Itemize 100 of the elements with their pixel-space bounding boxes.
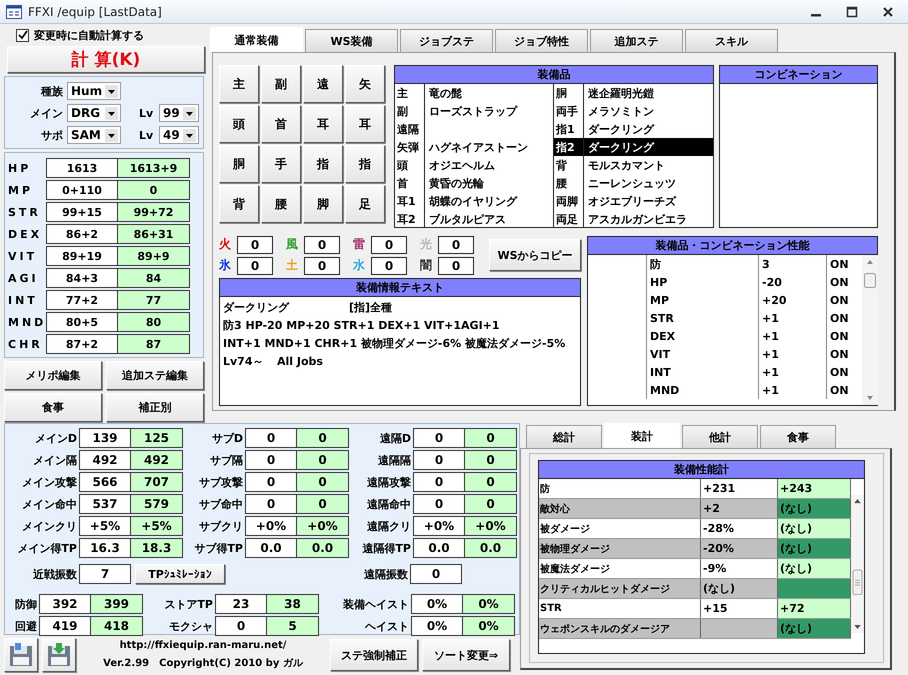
action-button[interactable]: ソート変更⇒ <box>422 639 510 671</box>
dropdown[interactable]: DRG <box>67 104 121 122</box>
action-button[interactable]: ステ強制補正 <box>330 639 418 671</box>
table-header: 装備品・コンビネーション性能 <box>588 237 877 255</box>
selected-list-row[interactable]: 指2 ダークリング <box>553 138 713 156</box>
stat-label: サブ得TP <box>193 540 244 556</box>
floppy-disk-button[interactable] <box>4 638 38 672</box>
slot-button[interactable]: 主 <box>219 65 259 103</box>
slot-button[interactable]: 遠 <box>303 65 343 103</box>
slot-button[interactable]: 足 <box>345 185 385 223</box>
item-cell-text: ダークリング <box>587 140 654 154</box>
tab[interactable]: ジョブ特性 <box>495 29 588 52</box>
item-cell-text: メラソミトン <box>587 104 654 118</box>
list-row[interactable]: 両手 メラソミトン <box>553 102 713 120</box>
list-row[interactable]: 耳2 ブルタルピアス <box>395 210 553 228</box>
action-button[interactable]: 補正別 <box>106 393 204 422</box>
list-row[interactable]: 腰 ニーレンシュッツ <box>553 174 713 192</box>
list-row[interactable]: 胴 迷企羅明光鎧 <box>553 84 713 102</box>
list-row[interactable]: 首 黄昏の光輪 <box>395 174 553 192</box>
table-cell-text: ON <box>829 346 850 362</box>
slot-cell: 腰 <box>554 174 584 192</box>
list-row[interactable]: 頭 オジエヘルム <box>395 156 553 174</box>
tab[interactable]: 他計 <box>682 425 758 448</box>
table-cell: 被ダメージ <box>539 519 701 538</box>
stat-value: 0+110 <box>46 180 118 200</box>
table-cell: (なし) <box>778 499 851 518</box>
stat-total: 86+31 <box>118 224 190 244</box>
slot-button[interactable]: 脚 <box>303 185 343 223</box>
tab[interactable]: ジョブステ <box>400 29 493 52</box>
slot-button[interactable]: 胴 <box>219 145 259 183</box>
slot-button[interactable]: 指 <box>345 145 385 183</box>
slot-button[interactable]: 頭 <box>219 105 259 143</box>
tab[interactable]: 装計 <box>604 423 680 448</box>
slot-button[interactable]: 耳 <box>345 105 385 143</box>
stat-label: 装備ヘイスト <box>342 596 410 612</box>
stat-label: 遠隔命中 <box>366 496 412 512</box>
table-cell: DEX <box>647 327 759 345</box>
action-button[interactable]: 食事 <box>4 393 102 422</box>
stat-total: 77 <box>118 290 190 310</box>
table-cell: 防 <box>647 255 759 273</box>
item-description: 防3 HP-20 MP+20 STR+1 DEX+1 VIT+1AGI+1 <box>223 318 501 334</box>
list-row[interactable]: 矢弾 ハグネイアストーン <box>395 138 553 156</box>
scrollbar[interactable] <box>862 255 878 405</box>
slot-button[interactable]: 腰 <box>261 185 301 223</box>
slot-cell: 背 <box>554 156 584 174</box>
website-link[interactable]: http://ffxiequip.ran-maru.net/ <box>120 640 286 651</box>
stat-value: +0% <box>245 516 297 536</box>
slot-cell: 主 <box>395 84 425 102</box>
slot-button[interactable]: 副 <box>261 65 301 103</box>
stat-label: HP <box>8 160 32 176</box>
maximize-icon[interactable] <box>846 6 858 18</box>
table-cell-text: ON <box>829 328 850 344</box>
stat-label: メインD <box>34 430 78 446</box>
list-row[interactable]: 主 竜の髭 <box>395 84 553 102</box>
simulation-button[interactable]: TPｼｭﾐﾚｰｼｮﾝ <box>135 564 225 584</box>
stat-total: 87 <box>118 334 190 354</box>
action-button[interactable]: 追加ステ編集 <box>106 361 204 390</box>
slot-cell: 遠隔 <box>395 120 425 138</box>
slot-button[interactable]: 耳 <box>303 105 343 143</box>
list-row[interactable]: 副 ローズストラップ <box>395 102 553 120</box>
stat-total: 0% <box>463 616 515 636</box>
tab[interactable]: WS装備 <box>305 29 398 52</box>
slot-button[interactable]: 矢 <box>345 65 385 103</box>
tab[interactable]: 追加ステ <box>590 29 683 52</box>
field-label: メイン <box>29 106 64 120</box>
item-jobs: All Jobs <box>277 355 323 368</box>
slot-button[interactable]: 首 <box>261 105 301 143</box>
tab[interactable]: 通常装備 <box>210 27 303 52</box>
copy-button[interactable]: WSからコピー <box>489 239 581 271</box>
list-row[interactable]: 背 モルスカマント <box>553 156 713 174</box>
list-row[interactable]: 両脚 オジエブリーチズ <box>553 192 713 210</box>
slot-button[interactable]: 指 <box>303 145 343 183</box>
slot-button[interactable]: 背 <box>219 185 259 223</box>
tab[interactable]: 食事 <box>760 425 836 448</box>
stat-value: 7 <box>79 564 131 584</box>
action-button[interactable]: メリポ編集 <box>4 361 102 390</box>
calculate-button[interactable]: 計 算(K) <box>7 46 205 73</box>
floppy-disk-button[interactable] <box>42 638 76 672</box>
list-row[interactable]: 遠隔 <box>395 120 553 138</box>
window-icon <box>6 4 22 18</box>
equipment-list[interactable]: 装備品 主 竜の髭 副 ローズストラップ 遠隔 矢弾 ハグネイアストーン 頭 オジエヘルム 首 黄昏の光輪 耳1 胡蝶のイヤリング 耳2 ブルタルピアス 胴 迷企羅明光鎧 両手 メラソミトン 指1 ダークリング 指2 ダークリング 背 モルスカマント 腰 ニーレンシュッツ 両脚 オジエブリーチズ 両足 アスカルガンビエラ <box>394 65 714 228</box>
tab[interactable]: スキル <box>685 29 778 52</box>
dropdown[interactable]: 99 <box>159 104 199 122</box>
window-title: FFXI /equip [LastData] <box>28 4 162 18</box>
dropdown[interactable]: SAM <box>67 126 121 144</box>
tab[interactable]: 総計 <box>526 425 602 448</box>
close-icon[interactable] <box>882 6 894 18</box>
slot-button[interactable]: 手 <box>261 145 301 183</box>
combination-list[interactable]: コンビネーション <box>719 65 878 228</box>
stat-total: 0 <box>465 472 517 492</box>
stat-label: ヘイスト <box>364 618 410 634</box>
checkbox[interactable] <box>16 28 29 42</box>
dropdown[interactable]: 49 <box>159 126 199 144</box>
stat-label: 防御 <box>14 596 38 612</box>
stat-label: 回避 <box>14 618 38 634</box>
list-row[interactable]: 耳1 胡蝶のイヤリング <box>395 192 553 210</box>
dropdown[interactable]: Hum <box>67 82 121 100</box>
list-row[interactable]: 両足 アスカルガンビエラ <box>553 210 713 228</box>
caret-icon <box>183 128 196 142</box>
stat-total: 0.0 <box>465 538 517 558</box>
